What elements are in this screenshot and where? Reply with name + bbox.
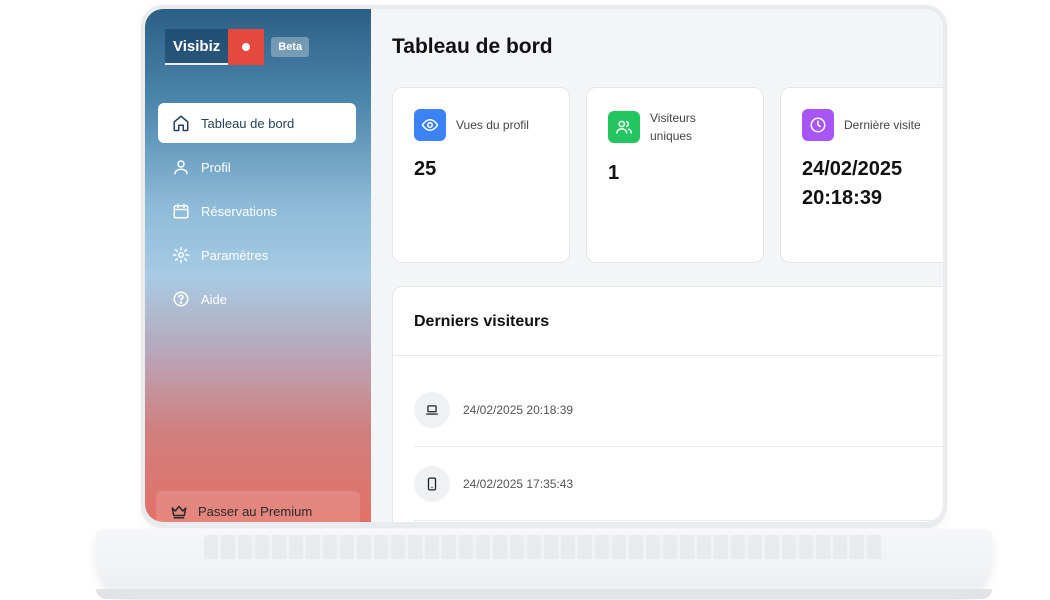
stats-cards: Vues du profil 25 Visiteurs uniques 1 De…	[392, 87, 943, 263]
laptop-base	[96, 529, 992, 599]
sidebar-nav: Tableau de bord Profil Réservations Para…	[158, 103, 356, 323]
eye-icon	[414, 109, 446, 141]
sidebar-item-label: Aide	[201, 291, 228, 307]
sidebar-item-settings[interactable]: Paramètres	[158, 235, 356, 275]
main-content: Tableau de bord Vues du profil 25 Visite…	[371, 9, 943, 522]
stat-value: 1	[608, 162, 620, 184]
recent-visitors-panel: Derniers visiteurs 24/02/2025 20:18:39 2…	[392, 286, 943, 522]
brand-logo[interactable]: Visibiz Beta	[165, 29, 310, 65]
stat-label: Dernière visite	[844, 118, 921, 132]
brand-mark	[228, 29, 265, 65]
home-icon	[173, 115, 189, 132]
sidebar-item-reservations[interactable]: Réservations	[158, 191, 356, 231]
list-item[interactable]: 24/02/2025 20:18:39	[414, 373, 943, 447]
stat-label: Vues du profil	[456, 118, 529, 132]
stat-label: Visiteurs uniques	[650, 111, 696, 143]
user-icon	[174, 160, 188, 175]
upgrade-premium-button[interactable]: Passer au Premium	[156, 491, 360, 522]
calendar-icon	[173, 203, 189, 219]
list-item[interactable]: 24/02/2025 17:35:43	[414, 447, 943, 521]
help-icon	[173, 291, 189, 307]
stat-card-profile-views: Vues du profil 25	[392, 87, 570, 263]
premium-label: Passer au Premium	[198, 503, 313, 519]
clock-icon	[802, 109, 834, 141]
phone-icon	[414, 465, 450, 502]
divider	[393, 355, 943, 356]
gear-icon	[172, 246, 190, 264]
app-window: Visibiz Beta Tableau de bord Profil Rése…	[145, 9, 943, 522]
users-icon	[608, 111, 640, 143]
sidebar-item-label: Réservations	[201, 203, 277, 219]
sidebar-item-label: Paramètres	[201, 247, 269, 263]
stat-value: 24/02/2025 20:18:39	[802, 158, 903, 209]
sidebar-item-help[interactable]: Aide	[158, 279, 356, 319]
stat-card-last-visit: Dernière visite 24/02/2025 20:18:39	[780, 87, 943, 263]
stat-card-unique-visitors: Visiteurs uniques 1	[586, 87, 764, 263]
visit-timestamp: 24/02/2025 17:35:43	[463, 476, 574, 491]
beta-badge: Beta	[271, 37, 310, 57]
brand-name: Visibiz	[165, 29, 229, 65]
sidebar: Visibiz Beta Tableau de bord Profil Rése…	[145, 9, 371, 522]
laptop-icon	[414, 391, 450, 428]
sidebar-item-dashboard[interactable]: Tableau de bord	[158, 103, 356, 143]
visit-timestamp: 24/02/2025 20:18:39	[463, 402, 574, 417]
sidebar-item-label: Tableau de bord	[201, 115, 295, 131]
sidebar-item-label: Profil	[201, 159, 231, 175]
crown-icon	[171, 505, 187, 519]
page-title: Tableau de bord	[392, 35, 553, 58]
keyboard	[204, 535, 884, 559]
stat-value: 25	[414, 158, 437, 180]
sidebar-item-profile[interactable]: Profil	[158, 147, 356, 187]
laptop-screen: Visibiz Beta Tableau de bord Profil Rése…	[141, 5, 947, 528]
panel-title: Derniers visiteurs	[414, 313, 550, 330]
